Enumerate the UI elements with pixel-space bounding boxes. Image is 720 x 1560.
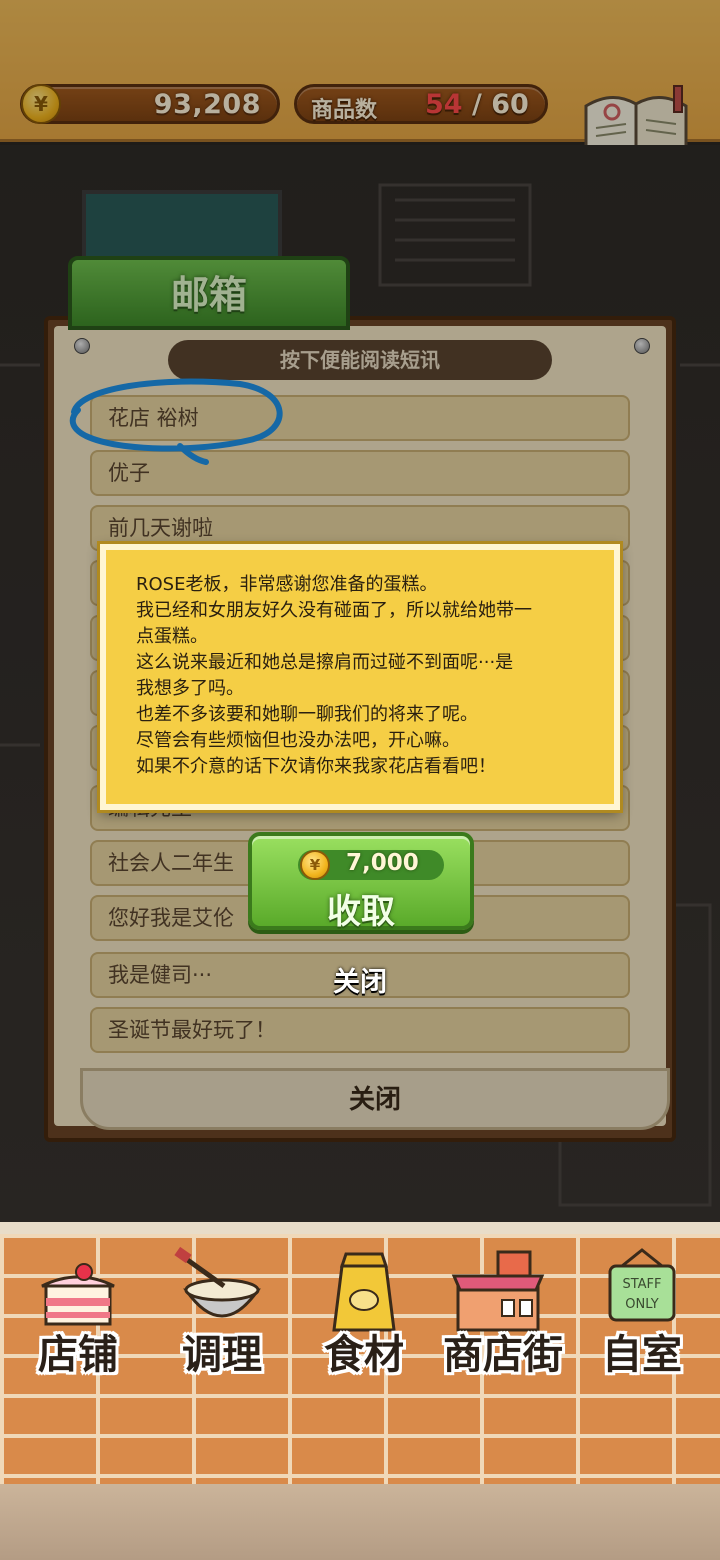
reward-amount: 7,000 xyxy=(346,850,419,876)
collect-reward-button[interactable]: ¥ 7,000 收取 xyxy=(248,832,474,932)
svg-text:ONLY: ONLY xyxy=(625,1297,658,1312)
popup-message-line: 这么说来最近和她总是擦肩而过碰不到面呢···是 xyxy=(136,652,514,673)
nav-my-room-button[interactable]: STAFF ONLY 自室 xyxy=(572,1240,712,1380)
nav-cook-button[interactable]: 调理 xyxy=(152,1240,292,1380)
popup-message-line: 我已经和女朋友好久没有碰面了，所以就给她带一 xyxy=(136,600,532,621)
nav-ingredients-label: 食材 xyxy=(324,1332,404,1378)
nav-shopping-street-button[interactable]: 商店街 xyxy=(428,1240,578,1380)
popup-message-line: ROSE老板，非常感谢您准备的蛋糕。 xyxy=(136,574,438,595)
nav-cook-label: 调理 xyxy=(182,1332,262,1378)
popup-message-line: 我想多了吗。 xyxy=(136,678,244,699)
popup-message-line: 也差不多该要和她聊一聊我们的将来了呢。 xyxy=(136,704,478,725)
nav-ingredients-button[interactable]: 食材 xyxy=(294,1240,434,1380)
popup-message-line: 点蛋糕。 xyxy=(136,626,208,647)
floor xyxy=(0,1484,720,1560)
svg-text:STAFF: STAFF xyxy=(622,1277,661,1292)
bottom-nav-border xyxy=(0,1222,720,1234)
popup-message-line: 尽管会有些烦恼但也没办法吧，开心嘛。 xyxy=(136,730,460,751)
nav-shop-button[interactable]: 店铺 xyxy=(8,1240,148,1380)
nav-shopping-street-label: 商店街 xyxy=(443,1332,563,1378)
message-popup: ROSE老板，非常感谢您准备的蛋糕。 我已经和女朋友好久没有碰面了，所以就给她带… xyxy=(100,544,620,810)
popup-message-line: 如果不介意的话下次请你来我家花店看看吧！ xyxy=(136,756,496,777)
nav-my-room-label: 自室 xyxy=(602,1332,682,1378)
coin-icon: ¥ xyxy=(300,850,330,880)
nav-shop-label: 店铺 xyxy=(38,1332,118,1378)
popup-close-button[interactable]: 关闭 xyxy=(300,960,420,999)
collect-label: 收取 xyxy=(327,892,395,932)
